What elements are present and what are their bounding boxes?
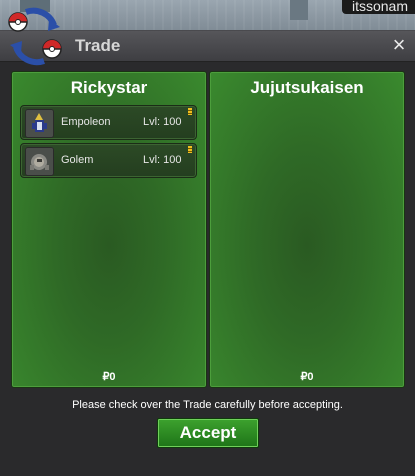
pokemon-level: Lvl: 100 <box>143 116 182 128</box>
item-marker-icon <box>188 146 192 153</box>
pokemon-name: Empoleon <box>61 116 111 128</box>
window-title: Trade <box>75 36 121 55</box>
player-name-tag: itssonam <box>341 0 415 14</box>
my-money-offer: ₽0 <box>102 371 116 383</box>
close-button[interactable]: × <box>389 34 409 56</box>
partner-player-name: Jujutsukaisen <box>250 78 364 97</box>
golem-sprite-icon <box>25 147 54 176</box>
item-marker-icon <box>188 108 192 115</box>
trade-window: Trade × Rickystar Empoleon Lvl: 100 Gole… <box>0 7 415 476</box>
partner-offer-panel: Jujutsukaisen ₽0 <box>209 71 405 388</box>
empoleon-sprite-icon <box>25 109 54 138</box>
trade-notice: Please check over the Trade carefully be… <box>72 399 343 411</box>
partner-money-offer: ₽0 <box>300 371 314 383</box>
pokemon-slot[interactable]: Golem Lvl: 100 <box>20 143 197 178</box>
accept-button[interactable]: Accept <box>157 418 259 448</box>
pokemon-name: Golem <box>61 154 94 166</box>
pokemon-slot[interactable]: Empoleon Lvl: 100 <box>20 105 197 140</box>
trade-logo-icon <box>8 7 62 66</box>
my-offer-panel: Rickystar Empoleon Lvl: 100 Golem Lvl: 1… <box>11 71 207 388</box>
my-player-name: Rickystar <box>70 78 148 97</box>
pokemon-level: Lvl: 100 <box>143 154 182 166</box>
